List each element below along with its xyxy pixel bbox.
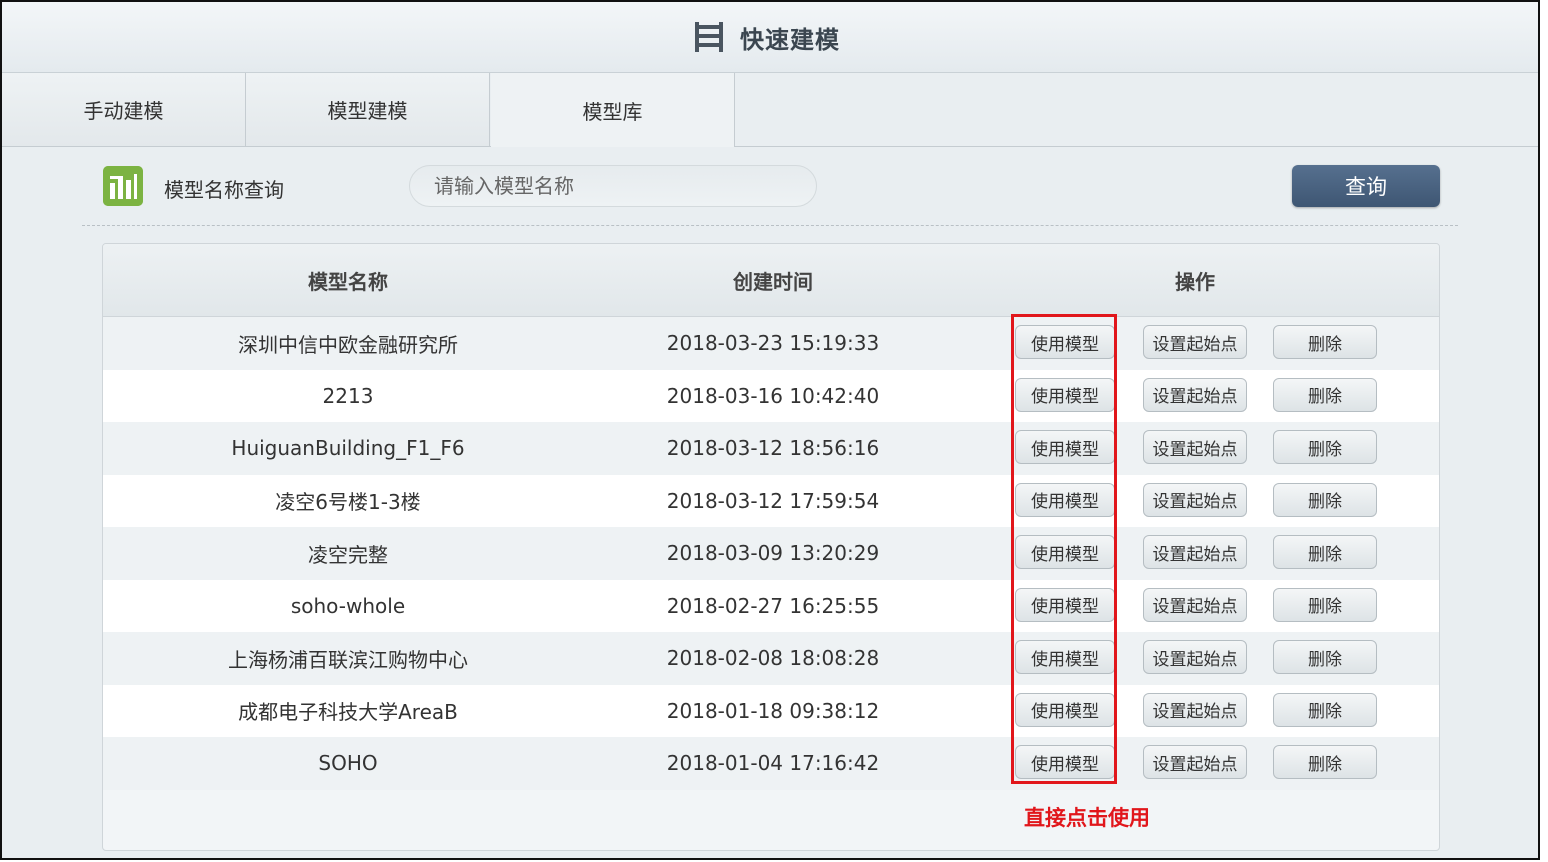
created-time-cell: 2018-02-08 18:08:28 [666, 646, 880, 671]
model-name-cell: 上海杨浦百联滨江购物中心 [228, 647, 468, 672]
header-created-time: 创建时间 [733, 269, 813, 294]
set-start-point-button[interactable]: 设置起始点 [1143, 325, 1247, 359]
use-model-button[interactable]: 使用模型 [1015, 430, 1115, 464]
tab-model-modeling[interactable]: 模型建模 [246, 73, 490, 146]
table-header: 模型名称 创建时间 操作 [103, 244, 1439, 317]
model-name-search-input[interactable] [409, 165, 817, 207]
set-start-point-button[interactable]: 设置起始点 [1143, 587, 1247, 622]
created-time-cell: 2018-02-27 16:25:55 [666, 593, 880, 618]
created-time-cell: 2018-03-16 10:42:40 [666, 383, 880, 408]
table-row: soho-whole 2018-02-27 16:25:55 使用模型 设置起始点 删除 [103, 579, 1439, 632]
delete-button[interactable]: 删除 [1273, 692, 1377, 727]
created-time-cell: 2018-03-12 17:59:54 [666, 488, 880, 513]
set-start-point-button[interactable]: 设置起始点 [1143, 640, 1247, 674]
delete-button[interactable]: 删除 [1273, 325, 1377, 359]
created-time-cell: 2018-01-18 09:38:12 [666, 698, 880, 723]
table-row: HuiguanBuilding_F1_F6 2018-03-12 18:56:16… [103, 422, 1439, 475]
table-row: 成都电子科技大学AreaB 2018-01-18 09:38:12 使用模型 设置起始… [103, 684, 1439, 737]
created-time-cell: 2018-01-04 17:16:42 [666, 751, 880, 776]
set-start-point-button[interactable]: 设置起始点 [1143, 535, 1247, 569]
table-row: SOHO 2018-01-04 17:16:42 使用模型 设置起始点 删除 [103, 737, 1439, 790]
use-model-button[interactable]: 使用模型 [1015, 692, 1115, 727]
header-actions: 操作 [1175, 269, 1215, 294]
tab-model-library[interactable]: 模型库 [491, 73, 735, 147]
building-floors-icon [695, 22, 723, 52]
set-start-point-button[interactable]: 设置起始点 [1143, 692, 1247, 727]
model-name-cell: 成都电子科技大学AreaB [238, 700, 458, 725]
table-row: 凌空6号楼1-3楼 2018-03-12 17:59:54 使用模型 设置起始点 删除 [103, 474, 1439, 527]
delete-button[interactable]: 删除 [1273, 587, 1377, 622]
table-body: 深圳中信中欧金融研究所 2018-03-23 15:19:33 使用模型 设置起始点删… [103, 317, 1439, 790]
tab-manual-modeling[interactable]: 手动建模 [2, 73, 246, 146]
model-name-cell: HuiguanBuilding_F1_F6 [231, 436, 465, 461]
model-name-cell: 凌空6号楼1-3楼 [275, 490, 421, 515]
delete-button[interactable]: 删除 [1273, 535, 1377, 569]
delete-button[interactable]: 删除 [1273, 745, 1377, 779]
set-start-point-button[interactable]: 设置起始点 [1143, 482, 1247, 517]
created-time-cell: 2018-03-23 15:19:33 [666, 331, 880, 356]
header-model-name: 模型名称 [308, 269, 388, 294]
search-label: 模型名称查询 [164, 178, 284, 202]
table-row: 2213 2018-03-16 10:42:40 使用模型 设置起始点 删除 [103, 369, 1439, 422]
annotation-text: 直接点击使用 [1024, 806, 1150, 830]
search-row: 模型名称查询 查询 [2, 152, 1538, 222]
created-time-cell: 2018-03-12 18:56:16 [666, 436, 880, 461]
delete-button[interactable]: 删除 [1273, 430, 1377, 464]
use-model-button[interactable]: 使用模型 [1015, 640, 1115, 674]
title-group: 快速建模 [692, 18, 840, 56]
window-title: 快速建模 [740, 25, 840, 54]
set-start-point-button[interactable]: 设置起始点 [1143, 745, 1247, 779]
dashed-divider [82, 225, 1458, 226]
model-name-cell: soho-whole [290, 593, 406, 618]
app-window: 快速建模 手动建模 模型建模 模型库 模型名称查询 查询 模型名称 创建时间 操… [0, 0, 1540, 860]
delete-button[interactable]: 删除 [1273, 640, 1377, 674]
tab-bar: 手动建模 模型建模 模型库 [2, 73, 1538, 147]
use-model-button[interactable]: 使用模型 [1015, 535, 1115, 569]
use-model-button[interactable]: 使用模型 [1015, 587, 1115, 622]
use-model-button[interactable]: 使用模型 [1015, 377, 1115, 412]
set-start-point-button[interactable]: 设置起始点 [1143, 377, 1247, 412]
delete-button[interactable]: 删除 [1273, 482, 1377, 517]
delete-button[interactable]: 删除 [1273, 377, 1377, 412]
table-row: 上海杨浦百联滨江购物中心 2018-02-08 18:08:28 使用模型 设置起始点… [103, 632, 1439, 685]
set-start-point-button[interactable]: 设置起始点 [1143, 430, 1247, 464]
bar-chart-icon [103, 166, 143, 206]
use-model-button[interactable]: 使用模型 [1015, 745, 1115, 779]
model-name-cell: 2213 [322, 383, 374, 408]
table-row: 深圳中信中欧金融研究所 2018-03-23 15:19:33 使用模型 设置起始点删… [103, 317, 1439, 370]
query-button[interactable]: 查询 [1292, 165, 1440, 207]
table-row: 凌空完整 2018-03-09 13:20:29 使用模型 设置起始点 删除 [103, 527, 1439, 580]
model-name-cell: SOHO [318, 751, 378, 776]
model-name-cell: 凌空完整 [308, 542, 388, 567]
model-table: 模型名称 创建时间 操作 深圳中信中欧金融研究所 2018-03-23 15:19… [102, 243, 1440, 851]
use-model-button[interactable]: 使用模型 [1015, 482, 1115, 517]
use-model-button[interactable]: 使用模型 [1015, 325, 1115, 359]
title-bar: 快速建模 [2, 2, 1538, 73]
created-time-cell: 2018-03-09 13:20:29 [666, 541, 880, 566]
model-name-cell: 深圳中信中欧金融研究所 [238, 332, 458, 357]
